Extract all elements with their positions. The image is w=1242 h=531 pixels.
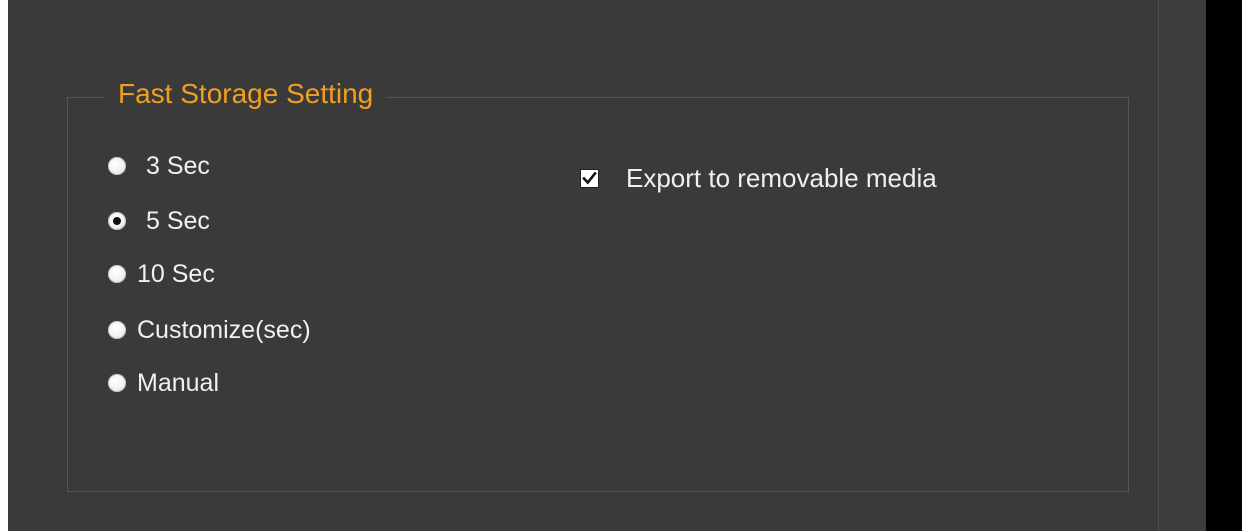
- radio-10-sec[interactable]: 10 Sec: [108, 258, 215, 290]
- export-removable-media-option[interactable]: Export to removable media: [580, 160, 937, 196]
- fast-storage-title: Fast Storage Setting: [104, 74, 388, 114]
- radio-button[interactable]: [108, 321, 126, 339]
- left-edge: [0, 0, 8, 531]
- export-checkbox[interactable]: [580, 168, 599, 188]
- radio-button[interactable]: [108, 157, 126, 175]
- radio-label: 10 Sec: [137, 259, 215, 288]
- radio-label: Manual: [137, 368, 219, 397]
- fast-storage-group: [67, 97, 1129, 492]
- black-edge: [1206, 0, 1242, 531]
- checkmark-icon: [582, 171, 597, 184]
- right-strip: [1159, 0, 1206, 531]
- radio-customize-sec[interactable]: Customize(sec): [108, 314, 311, 346]
- radio-label: 5 Sec: [146, 206, 210, 235]
- radio-5-sec[interactable]: 5 Sec: [108, 205, 210, 237]
- radio-manual[interactable]: Manual: [108, 367, 219, 399]
- radio-button[interactable]: [108, 265, 126, 283]
- radio-label: 3 Sec: [146, 151, 210, 180]
- screen: Fast Storage Setting 3 Sec 5 Sec 10 Sec …: [0, 0, 1242, 531]
- export-label: Export to removable media: [626, 162, 937, 193]
- radio-3-sec[interactable]: 3 Sec: [108, 150, 210, 182]
- radio-button[interactable]: [108, 212, 126, 230]
- radio-button[interactable]: [108, 374, 126, 392]
- radio-label: Customize(sec): [137, 315, 311, 344]
